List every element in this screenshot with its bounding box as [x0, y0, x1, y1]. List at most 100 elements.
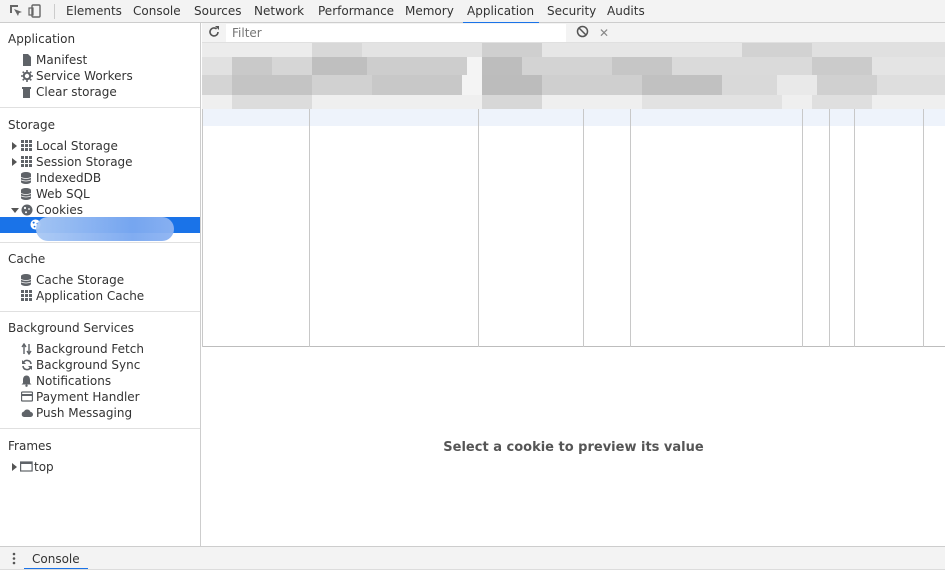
- sidebar-item-label: Service Workers: [36, 69, 133, 83]
- console-toolbar: [0, 569, 945, 578]
- sidebar-item-indexeddb[interactable]: IndexedDB: [0, 170, 200, 186]
- grid-icon: [21, 156, 32, 168]
- tab-sources[interactable]: Sources: [194, 0, 241, 23]
- table-row[interactable]: [202, 109, 945, 126]
- tab-audits[interactable]: Audits: [607, 0, 645, 23]
- toolbar-divider: [54, 4, 55, 19]
- cookie-icon: [21, 204, 33, 216]
- close-icon[interactable]: ✕: [599, 24, 613, 40]
- database-icon: [20, 274, 32, 286]
- sidebar-item-payment-handler[interactable]: Payment Handler: [0, 389, 200, 405]
- drawer-tab-console[interactable]: Console: [24, 547, 88, 570]
- sync-icon: [21, 359, 32, 371]
- filter-input[interactable]: [226, 24, 566, 42]
- redacted-origin-label: [36, 217, 174, 241]
- column-divider[interactable]: [478, 109, 479, 347]
- sidebar-item-cookie-origin[interactable]: [0, 217, 200, 241]
- collapse-arrow-icon[interactable]: [11, 208, 19, 213]
- column-divider[interactable]: [829, 109, 830, 347]
- sidebar-item-service-workers[interactable]: Service Workers: [0, 68, 200, 84]
- sidebar-item-cookies[interactable]: Cookies: [0, 202, 200, 218]
- console-drawer: Console: [0, 546, 945, 578]
- refresh-icon[interactable]: [207, 25, 223, 41]
- sidebar-item-label: Local Storage: [36, 139, 118, 153]
- sidebar-item-label: top: [34, 460, 54, 474]
- tab-performance[interactable]: Performance: [318, 0, 394, 23]
- column-divider[interactable]: [309, 109, 310, 347]
- grid-icon: [21, 140, 32, 152]
- bell-icon: [21, 375, 32, 387]
- sidebar-item-label: Session Storage: [36, 155, 133, 169]
- up-down-arrows-icon: [21, 342, 32, 356]
- column-divider[interactable]: [583, 109, 584, 347]
- document-icon: [21, 54, 32, 66]
- section-title-background-services: Background Services: [8, 321, 135, 335]
- preview-empty-message: Select a cookie to preview its value: [443, 440, 704, 455]
- card-icon: [20, 391, 34, 403]
- section-title-cache: Cache: [8, 252, 46, 266]
- database-icon: [20, 172, 32, 184]
- tab-security[interactable]: Security: [547, 0, 596, 23]
- section-title-frames: Frames: [8, 439, 52, 453]
- sidebar-item-manifest[interactable]: Manifest: [0, 52, 200, 68]
- section-divider: [0, 242, 200, 243]
- sidebar-item-clear-storage[interactable]: Clear storage: [0, 84, 200, 100]
- section-divider: [0, 107, 200, 108]
- cookie-toolbar: ✕: [202, 23, 945, 43]
- sidebar-item-label: Background Sync: [36, 358, 141, 372]
- sidebar-item-background-fetch[interactable]: Background Fetch: [0, 341, 200, 357]
- sidebar-item-label: Push Messaging: [36, 406, 133, 420]
- redacted-cookie-header: [202, 43, 945, 109]
- cookie-preview-pane: Select a cookie to preview its value: [202, 347, 945, 546]
- column-divider[interactable]: [802, 109, 803, 347]
- gear-icon: [21, 70, 33, 82]
- column-divider[interactable]: [923, 109, 924, 347]
- sidebar-item-label: Web SQL: [36, 187, 90, 201]
- sidebar-item-label: Application Cache: [36, 289, 145, 303]
- sidebar-item-frame-top[interactable]: top: [0, 459, 200, 475]
- expand-arrow-icon[interactable]: [12, 158, 17, 166]
- tab-network[interactable]: Network: [254, 0, 304, 23]
- device-toolbar-icon[interactable]: [28, 3, 44, 19]
- drawer-menu-icon[interactable]: [12, 552, 16, 565]
- section-divider: [0, 311, 200, 312]
- cloud-icon: [21, 407, 33, 419]
- sidebar-item-push-messaging[interactable]: Push Messaging: [0, 405, 200, 421]
- clear-all-icon[interactable]: [576, 25, 590, 41]
- expand-arrow-icon[interactable]: [12, 463, 17, 471]
- database-icon: [20, 188, 32, 200]
- column-divider[interactable]: [854, 109, 855, 347]
- sidebar-item-label: Cache Storage: [36, 273, 125, 287]
- sidebar-item-label: Payment Handler: [36, 390, 140, 404]
- tab-application[interactable]: Application: [462, 0, 540, 24]
- expand-arrow-icon[interactable]: [12, 142, 17, 150]
- sidebar-item-label: IndexedDB: [36, 171, 102, 185]
- devtools-tab-bar: Elements Console Sources Network Perform…: [0, 0, 945, 24]
- tab-elements[interactable]: Elements: [66, 0, 122, 23]
- sidebar-item-web-sql[interactable]: Web SQL: [0, 186, 200, 202]
- sidebar-item-label: Background Fetch: [36, 342, 144, 356]
- sidebar-item-application-cache[interactable]: Application Cache: [0, 288, 200, 304]
- column-divider[interactable]: [630, 109, 631, 347]
- sidebar-item-cache-storage[interactable]: Cache Storage: [0, 272, 200, 288]
- section-title-storage: Storage: [8, 118, 55, 132]
- grid-icon: [21, 290, 32, 302]
- trash-icon: [21, 86, 32, 98]
- cookie-table[interactable]: [202, 109, 945, 347]
- column-divider: [202, 109, 203, 347]
- frame-icon: [20, 461, 33, 473]
- inspect-element-icon[interactable]: [8, 3, 24, 19]
- sidebar-item-label: Cookies: [36, 203, 83, 217]
- section-divider: [0, 428, 200, 429]
- sidebar-item-label: Clear storage: [36, 85, 117, 99]
- section-title-application: Application: [8, 32, 76, 46]
- sidebar-item-local-storage[interactable]: Local Storage: [0, 138, 200, 154]
- sidebar-item-label: Manifest: [36, 53, 88, 67]
- sidebar-item-notifications[interactable]: Notifications: [0, 373, 200, 389]
- tab-memory[interactable]: Memory: [405, 0, 454, 23]
- sidebar-item-session-storage[interactable]: Session Storage: [0, 154, 200, 170]
- sidebar-item-label: Notifications: [36, 374, 112, 388]
- application-sidebar: Application Manifest Service Workers Cle…: [0, 23, 201, 546]
- tab-console[interactable]: Console: [133, 0, 181, 23]
- sidebar-item-background-sync[interactable]: Background Sync: [0, 357, 200, 373]
